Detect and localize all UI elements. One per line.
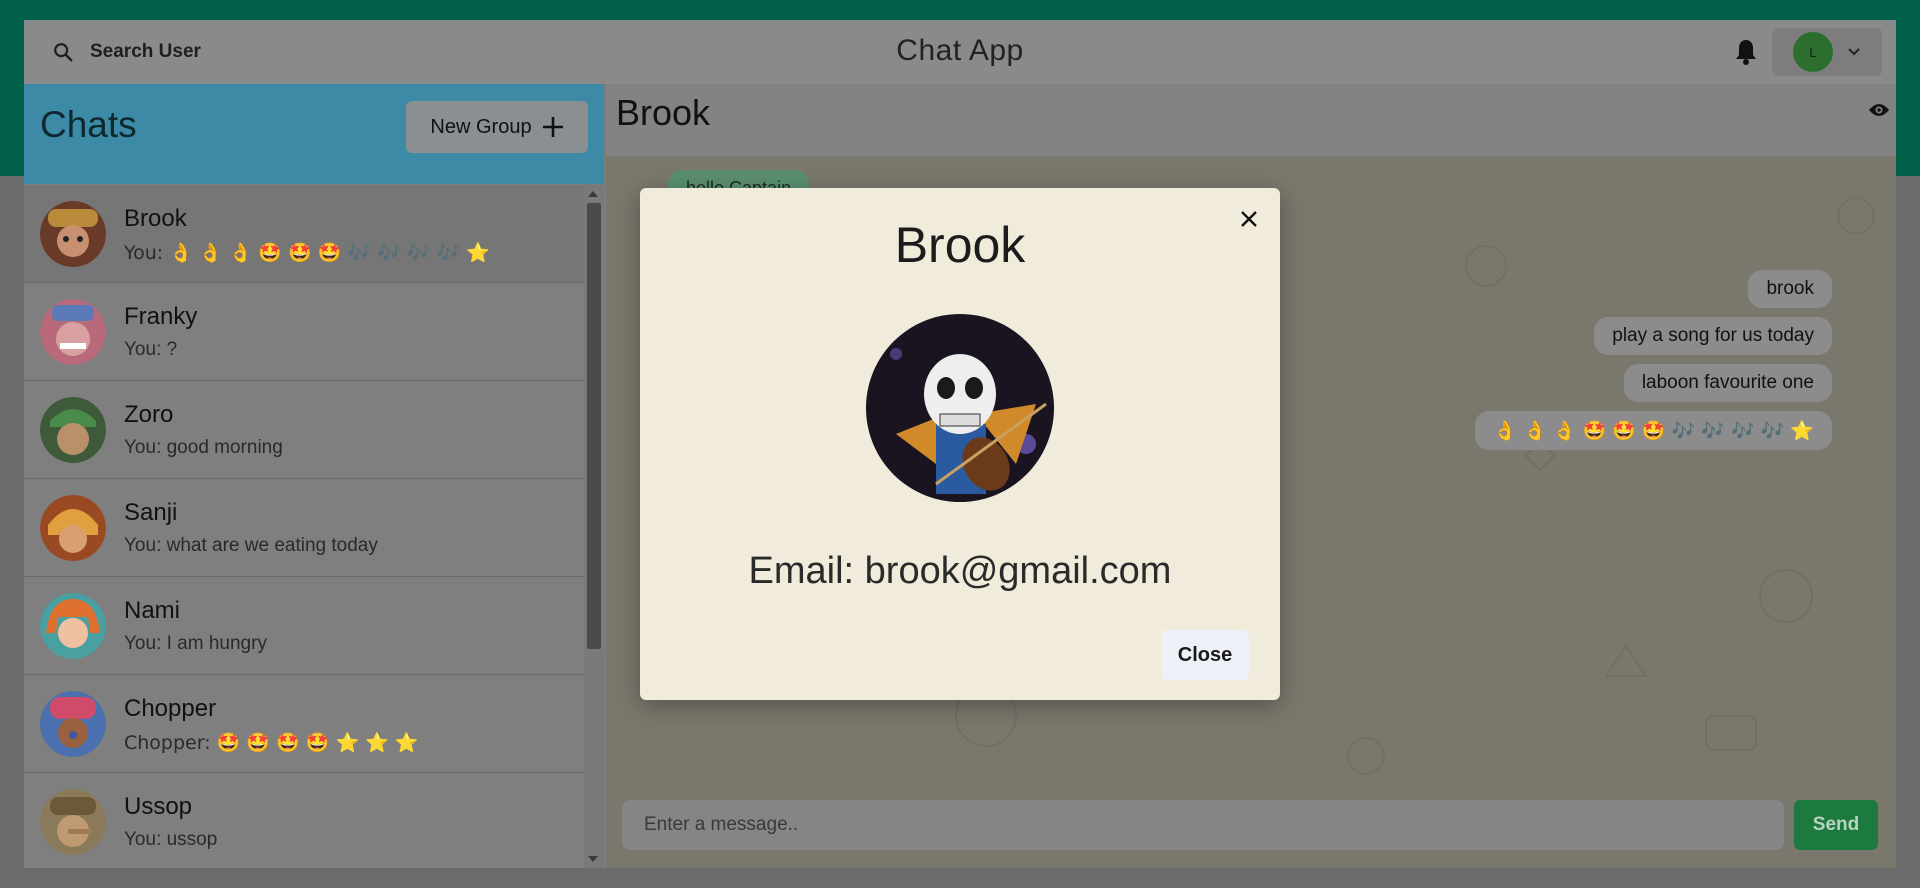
new-group-label: New Group: [430, 115, 532, 138]
chat-preview: Chopper: 🤩 🤩 🤩 🤩 ⭐ ⭐ ⭐: [124, 732, 419, 754]
chat-name: Brook: [124, 205, 187, 232]
message-input[interactable]: [622, 800, 1784, 850]
plus-icon: [542, 117, 563, 137]
avatar: [40, 201, 106, 267]
scroll-down-arrow-icon[interactable]: [588, 856, 598, 862]
chat-header-name: Brook: [616, 92, 711, 133]
chat-name: Chopper: [124, 695, 217, 722]
app-title: Chat App: [896, 34, 1024, 67]
eye-icon[interactable]: [1868, 102, 1890, 118]
modal-title: Brook: [894, 217, 1026, 273]
new-group-button[interactable]: New Group: [406, 101, 588, 153]
chat-list-item[interactable]: Chopper Chopper: 🤩 🤩 🤩 🤩 ⭐ ⭐ ⭐: [24, 675, 584, 773]
avatar: [40, 299, 106, 365]
chat-preview: You: ?: [124, 339, 178, 360]
chat-list-item[interactable]: Zoro You: good morning: [24, 381, 584, 479]
top-bar: Search User Chat App L: [24, 20, 1896, 85]
chat-list-item[interactable]: Ussop You: ussop: [24, 773, 584, 868]
chats-title: Chats: [40, 104, 137, 145]
chat-preview: You: 👌 👌 👌 🤩 🤩 🤩 🎶 🎶 🎶 🎶 ⭐: [124, 242, 490, 264]
outgoing-message: brook: [1748, 270, 1832, 308]
profile-picture: [866, 314, 1054, 502]
profile-modal: Brook Email: brook@gmail.com Close: [640, 188, 1280, 700]
chat-name: Franky: [124, 303, 198, 330]
scrollbar-thumb[interactable]: [587, 203, 601, 649]
chat-header: Brook: [606, 84, 1896, 156]
chat-list-item[interactable]: Franky You: ?: [24, 283, 584, 381]
chat-list-item[interactable]: Sanji You: what are we eating today: [24, 479, 584, 577]
outgoing-message: laboon favourite one: [1623, 364, 1832, 402]
chat-preview: You: good morning: [124, 437, 283, 458]
chat-list: Brook You: 👌 👌 👌 🤩 🤩 🤩 🎶 🎶 🎶 🎶 ⭐ Franky …: [24, 185, 584, 868]
chat-preview: You: I am hungry: [124, 633, 267, 654]
modal-email: Email: brook@gmail.com: [748, 550, 1172, 592]
avatar: [40, 397, 106, 463]
chat-preview: You: what are we eating today: [124, 535, 378, 556]
chat-name: Ussop: [124, 793, 193, 820]
chat-list-scrollbar[interactable]: [584, 185, 604, 868]
send-button[interactable]: Send: [1794, 800, 1878, 850]
avatar: [40, 691, 106, 757]
chevron-down-icon: [1848, 48, 1860, 56]
chats-sidebar: Chats New Group Brook You: 👌 👌 👌 🤩 🤩 🤩 🎶…: [24, 84, 604, 868]
chat-name: Nami: [124, 597, 181, 624]
avatar: [40, 495, 106, 561]
avatar: L: [1793, 32, 1833, 72]
outgoing-message: play a song for us today: [1594, 317, 1832, 355]
chat-list-item[interactable]: Nami You: I am hungry: [24, 577, 584, 675]
avatar: [40, 593, 106, 659]
profile-menu-button[interactable]: L: [1772, 28, 1882, 76]
scroll-up-arrow-icon[interactable]: [588, 191, 598, 197]
chat-name: Zoro: [124, 401, 174, 428]
chat-preview: You: ussop: [124, 829, 218, 850]
chat-name: Sanji: [124, 499, 178, 526]
message-composer: Send: [606, 792, 1896, 868]
avatar: [40, 789, 106, 855]
bell-icon[interactable]: [1734, 38, 1758, 66]
outgoing-message: 👌 👌 👌 🤩 🤩 🤩 🎶 🎶 🎶 🎶 ⭐: [1475, 411, 1832, 450]
modal-close-button[interactable]: Close: [1161, 630, 1249, 680]
chats-header: Chats New Group: [24, 84, 604, 184]
chat-list-item[interactable]: Brook You: 👌 👌 👌 🤩 🤩 🤩 🎶 🎶 🎶 🎶 ⭐: [24, 185, 584, 283]
